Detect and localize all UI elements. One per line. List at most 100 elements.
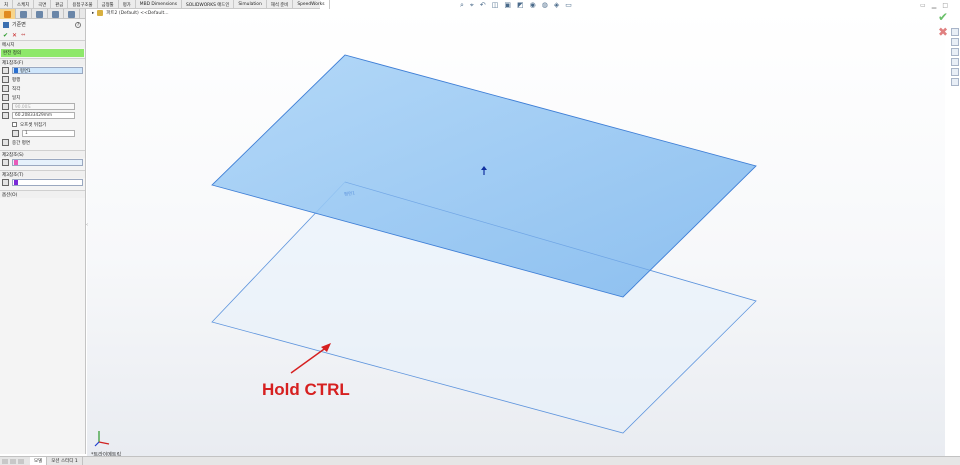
- reference-icon: [2, 179, 9, 186]
- status-message: 완전 정의: [1, 49, 84, 57]
- tab-solidworks-addins[interactable]: SOLIDWORKS 애드인: [182, 0, 235, 9]
- reference-icon: [2, 159, 9, 166]
- zoom-area-icon[interactable]: ⌖: [470, 1, 474, 9]
- second-reference-selection[interactable]: [12, 159, 83, 166]
- display-icon: [68, 10, 75, 18]
- bottom-tab-bar: 모델 모션 스터디 1: [0, 456, 960, 465]
- view-settings-icon[interactable]: ▭: [565, 1, 572, 9]
- manager-tabs: [0, 9, 85, 19]
- file-explorer-icon[interactable]: [950, 58, 959, 66]
- offset-distance-icon: [2, 112, 9, 119]
- home-icon[interactable]: [950, 28, 959, 36]
- option-mid-plane[interactable]: 중간 평면: [0, 138, 85, 147]
- tab-mbd-dimensions[interactable]: MBD Dimensions: [136, 0, 182, 9]
- resources-icon[interactable]: [950, 38, 959, 46]
- maximize-icon[interactable]: □: [942, 2, 948, 9]
- dimxpert-manager-tab[interactable]: [48, 9, 64, 19]
- flip-offset-checkbox[interactable]: [12, 122, 17, 127]
- dimxpert-icon: [52, 10, 59, 18]
- hide-show-icon[interactable]: ◉: [530, 1, 536, 9]
- design-library-icon[interactable]: [950, 48, 959, 56]
- custom-properties-icon[interactable]: [950, 78, 959, 86]
- tab-analysis-prep[interactable]: 해석 준비: [267, 0, 294, 9]
- plane-count-input[interactable]: 1: [22, 130, 75, 137]
- configuration-icon: [36, 10, 43, 18]
- tab-motion-study-1[interactable]: 모션 스터디 1: [47, 457, 83, 465]
- property-icon: [20, 10, 27, 18]
- tab-evaluate[interactable]: 평가: [119, 0, 136, 9]
- cancel-button[interactable]: ✕: [12, 32, 17, 39]
- display-manager-tab[interactable]: [64, 9, 80, 19]
- help-icon[interactable]: ?: [75, 21, 81, 28]
- first-reference-header[interactable]: 제1참조(F): [0, 58, 85, 66]
- section-view-icon[interactable]: ◫: [492, 1, 499, 9]
- pm-header: 기준면 ?: [0, 19, 85, 30]
- selection-color-chip: [14, 180, 18, 185]
- third-reference-selection[interactable]: [12, 179, 83, 186]
- pm-actions: ✔ ✕ ⇔: [0, 30, 85, 40]
- plane-scene: [211, 54, 757, 434]
- mid-plane-icon: [2, 139, 9, 146]
- command-manager-tabs: 처 스케치 곡면 판금 용접구조물 금형툴 평가 MBD Dimensions …: [0, 0, 330, 9]
- angle-row: 90.00도: [0, 102, 85, 111]
- pushpin-icon[interactable]: ⇔: [21, 32, 25, 38]
- coordinate-triad-icon: [94, 431, 110, 447]
- offset-distance-input[interactable]: 60.20833429mm: [12, 112, 75, 119]
- tab-surfaces[interactable]: 곡면: [34, 0, 52, 9]
- zoom-to-fit-icon[interactable]: ⌕: [460, 1, 464, 9]
- configuration-manager-tab[interactable]: [32, 9, 48, 19]
- mid-plane-label: 중간 평면: [12, 140, 30, 146]
- tab-sketch[interactable]: 스케치: [13, 0, 35, 9]
- graphics-area[interactable]: [87, 9, 945, 456]
- display-style-icon[interactable]: ◩: [517, 1, 524, 9]
- property-manager-tab[interactable]: [16, 9, 32, 19]
- first-reference-value: 평면1: [20, 68, 31, 74]
- appearances-icon[interactable]: [950, 68, 959, 76]
- scene-icon[interactable]: ◈: [554, 1, 559, 9]
- coincident-label: 일치: [12, 95, 21, 101]
- tab-features[interactable]: 처: [0, 0, 14, 9]
- third-reference-header[interactable]: 제3참조(T): [0, 170, 85, 178]
- tab-model[interactable]: 모델: [30, 457, 48, 465]
- second-reference-header[interactable]: 제2참조(S): [0, 150, 85, 158]
- tab-scroll-controls[interactable]: [0, 457, 30, 465]
- first-reference-selection[interactable]: 평면1: [12, 67, 83, 74]
- plane-count-row: 1: [0, 129, 85, 138]
- ok-button[interactable]: ✔: [3, 32, 8, 39]
- minimize-icon[interactable]: ▁: [932, 2, 937, 9]
- pm-title: 기준면: [12, 22, 26, 28]
- options-header[interactable]: 옵션(O): [0, 190, 85, 198]
- confirm-cancel-icon[interactable]: ✖: [938, 26, 948, 38]
- message-section-header[interactable]: 메시지: [0, 40, 85, 48]
- confirm-ok-icon[interactable]: ✔: [938, 11, 948, 23]
- option-coincident[interactable]: 일치: [0, 93, 85, 102]
- tab-simulation[interactable]: Simulation: [234, 0, 267, 9]
- plane-icon: [3, 21, 9, 28]
- tab-mold-tools[interactable]: 금형툴: [98, 0, 119, 9]
- offset-row: 60.20833429mm: [0, 111, 85, 120]
- option-perpendicular[interactable]: 직각: [0, 84, 85, 93]
- tab-speedworks[interactable]: SpeedWorks: [293, 0, 330, 9]
- previous-view-icon[interactable]: ↶: [480, 1, 486, 9]
- collapse-panel-icon[interactable]: ‹: [86, 222, 90, 232]
- confirmation-corner: ✔ ✖: [938, 11, 948, 38]
- task-pane-tabs: [949, 28, 960, 86]
- feature-tree-flyout[interactable]: ▸ 파트2 (Default) <<Default...: [92, 10, 169, 16]
- perpendicular-icon: [2, 85, 9, 92]
- tab-sheet-metal[interactable]: 판금: [51, 0, 69, 9]
- angle-input[interactable]: 90.00도: [12, 103, 75, 110]
- view-orientation-icon[interactable]: ▣: [504, 1, 511, 9]
- feature-manager-tab[interactable]: [0, 9, 16, 19]
- restore-icon[interactable]: ▭: [920, 2, 926, 9]
- plane-count-icon: [12, 130, 19, 137]
- second-reference-row: [0, 158, 85, 167]
- selection-color-chip: [14, 68, 18, 73]
- edit-appearance-icon[interactable]: ◍: [542, 1, 548, 9]
- flip-offset-row: 오프셋 뒤집기: [0, 120, 85, 129]
- heads-up-toolbar: ⌕ ⌖ ↶ ◫ ▣ ◩ ◉ ◍ ◈ ▭: [460, 1, 572, 9]
- window-controls: ▭ ▁ □: [920, 2, 948, 9]
- tab-weldments[interactable]: 용접구조물: [68, 0, 98, 9]
- expand-arrow-icon[interactable]: ▸: [92, 11, 94, 16]
- option-parallel[interactable]: 평행: [0, 75, 85, 84]
- part-icon: [97, 10, 104, 16]
